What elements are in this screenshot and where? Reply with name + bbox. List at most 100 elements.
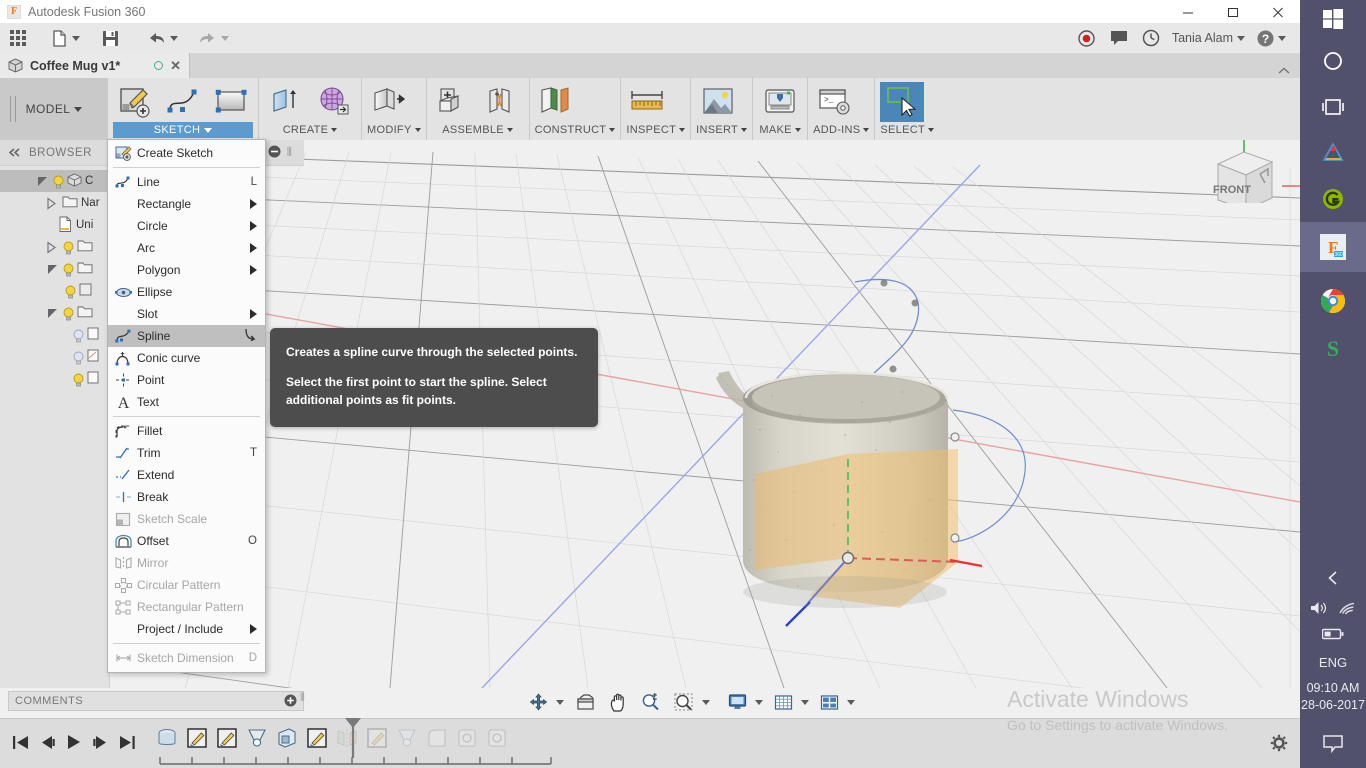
zoom-caret-icon[interactable]: [702, 700, 710, 705]
tree-row-bodies[interactable]: [0, 258, 109, 280]
collapse-left-icon[interactable]: [8, 146, 21, 160]
google-chrome-icon[interactable]: [1300, 278, 1366, 324]
tree-row-sketch[interactable]: [0, 324, 109, 346]
joint-icon[interactable]: [480, 82, 524, 122]
visibility-bulb-icon[interactable]: [62, 263, 74, 276]
zoom-icon[interactable]: [639, 691, 662, 713]
skype-icon[interactable]: S: [1300, 324, 1366, 370]
tree-row-sketch[interactable]: [0, 368, 109, 390]
timeline-marker[interactable]: [344, 718, 362, 763]
menu-item-arc[interactable]: Arc: [108, 237, 265, 259]
menu-item-slot[interactable]: Slot: [108, 303, 265, 325]
visibility-bulb-off-icon[interactable]: [72, 329, 84, 342]
go-to-end-icon[interactable]: [119, 735, 136, 753]
twisty-collapsed-icon[interactable]: [46, 241, 59, 254]
press-pull-icon[interactable]: [367, 82, 411, 122]
viewports-icon[interactable]: [818, 691, 841, 713]
create-sketch-icon[interactable]: [113, 82, 157, 122]
menu-item-create-sketch[interactable]: Create Sketch: [108, 142, 265, 164]
app-grid-icon[interactable]: [0, 23, 32, 53]
wifi-icon[interactable]: [1338, 600, 1356, 619]
cortana-search-icon[interactable]: [1300, 38, 1366, 84]
menu-item-extend[interactable]: Extend: [108, 464, 265, 486]
timeline-feature-cylinder[interactable]: [156, 727, 178, 749]
visibility-bulb-icon[interactable]: [72, 373, 84, 386]
timeline-feature-chamfer[interactable]: [486, 727, 508, 749]
step-forward-icon[interactable]: [92, 735, 109, 753]
gear-icon[interactable]: [1270, 734, 1288, 755]
redo-icon[interactable]: [192, 23, 235, 53]
grid-caret-icon[interactable]: [801, 700, 809, 705]
timeline-feature-sketch[interactable]: [186, 727, 208, 749]
menu-item-rectangle[interactable]: Rectangle: [108, 193, 265, 215]
grid-snap-icon[interactable]: [772, 691, 795, 713]
tree-row-body[interactable]: [0, 280, 109, 302]
ribbon-panel-title-construct[interactable]: CONSTRUCT: [535, 122, 616, 138]
menu-item-fillet[interactable]: Fillet: [108, 420, 265, 442]
add-comment-icon[interactable]: [284, 694, 297, 709]
comments-resize-grip[interactable]: ⦀: [300, 692, 305, 705]
minimize-panel-icon[interactable]: [268, 145, 281, 161]
tree-row-origin[interactable]: [0, 236, 109, 258]
select-cursor-icon[interactable]: [880, 82, 924, 122]
ribbon-panel-title-make[interactable]: MAKE: [758, 122, 802, 138]
record-icon[interactable]: [1072, 23, 1102, 53]
user-menu[interactable]: Tania Alam: [1168, 31, 1249, 45]
ribbon-panel-title-assemble[interactable]: ASSEMBLE: [432, 122, 524, 138]
timeline-feature-fillet[interactable]: [426, 727, 448, 749]
timeline-feature-sketch[interactable]: [366, 727, 388, 749]
timeline-track[interactable]: [156, 754, 576, 768]
timeline-feature-sketch[interactable]: [216, 727, 238, 749]
minimize-icon[interactable]: [1165, 0, 1210, 23]
action-center-icon[interactable]: [1322, 724, 1344, 764]
tree-row-units[interactable]: Uni: [0, 214, 109, 236]
timeline-feature-chamfer[interactable]: [456, 727, 478, 749]
workspace-selector[interactable]: MODEL: [0, 78, 108, 140]
orbit-icon[interactable]: [527, 691, 550, 713]
twisty-expanded-icon[interactable]: [36, 175, 49, 188]
insert-image-icon[interactable]: [696, 82, 740, 122]
show-hidden-icons-icon[interactable]: [1300, 560, 1366, 596]
visibility-bulb-icon[interactable]: [52, 175, 64, 188]
scripts-addins-icon[interactable]: >_: [813, 82, 857, 122]
go-to-start-icon[interactable]: [12, 735, 29, 753]
menu-item-trim[interactable]: Trim T: [108, 442, 265, 464]
battery-icon[interactable]: [1322, 628, 1344, 643]
ribbon-panel-title-sketch[interactable]: SKETCH: [113, 122, 253, 138]
view-cube[interactable]: Y X Z FRONT: [1188, 140, 1300, 203]
rectangle-icon[interactable]: [209, 82, 253, 122]
visibility-bulb-icon[interactable]: [62, 307, 74, 320]
volume-icon[interactable]: [1310, 600, 1328, 619]
visibility-bulb-icon[interactable]: [62, 241, 74, 254]
twisty-expanded-icon[interactable]: [46, 307, 59, 320]
autodesk-icon[interactable]: [1300, 130, 1366, 176]
tree-row-sketches[interactable]: [0, 302, 109, 324]
fusion-360-icon[interactable]: F360: [1300, 222, 1366, 272]
ribbon-panel-title-addins[interactable]: ADD-INS: [813, 122, 869, 138]
close-icon[interactable]: [1255, 0, 1300, 23]
menu-item-ellipse[interactable]: Ellipse: [108, 281, 265, 303]
undo-icon[interactable]: [141, 23, 184, 53]
fit-view-icon[interactable]: [574, 691, 597, 713]
windows-start-icon[interactable]: [1300, 0, 1366, 38]
visibility-bulb-icon[interactable]: [64, 285, 76, 298]
3d-print-icon[interactable]: [758, 82, 802, 122]
line-icon[interactable]: [161, 82, 205, 122]
pan-icon[interactable]: [607, 691, 629, 713]
play-icon[interactable]: [66, 734, 82, 753]
menu-item-polygon[interactable]: Polygon: [108, 259, 265, 281]
ribbon-panel-title-insert[interactable]: INSERT: [696, 122, 747, 138]
twisty-expanded-icon[interactable]: [46, 263, 59, 276]
help-icon[interactable]: ?: [1251, 23, 1292, 53]
task-view-icon[interactable]: [1300, 84, 1366, 130]
menu-item-text[interactable]: A Text: [108, 391, 265, 413]
visibility-bulb-off-icon[interactable]: [72, 351, 84, 364]
close-tab-icon[interactable]: ✕: [170, 61, 181, 71]
tree-row-sketch[interactable]: [0, 346, 109, 368]
ribbon-panel-title-inspect[interactable]: INSPECT: [626, 122, 685, 138]
menu-item-offset[interactable]: Offset O: [108, 530, 265, 552]
language-indicator[interactable]: ENG: [1319, 648, 1347, 676]
tree-row-named-views[interactable]: Nar: [0, 192, 109, 214]
timeline-feature-revolve[interactable]: [246, 727, 268, 749]
ribbon-panel-title-select[interactable]: SELECT: [880, 122, 934, 138]
